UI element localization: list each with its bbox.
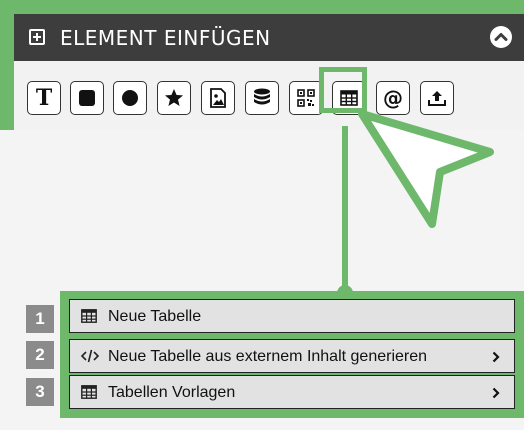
- step-badge-3: 3: [26, 378, 54, 406]
- chevron-right-icon: [492, 387, 500, 399]
- circle-icon: [122, 90, 138, 106]
- panel-title: ELEMENT EINFÜGEN: [60, 26, 271, 50]
- pointer-arrow-icon: [358, 110, 494, 228]
- chevron-right-icon: [492, 351, 500, 363]
- table-icon: [81, 385, 97, 399]
- menu-item-label: Tabellen Vorlagen: [108, 384, 236, 401]
- step-badge-1: 1: [26, 305, 54, 333]
- square-icon: [79, 90, 95, 106]
- database-tool[interactable]: [245, 81, 279, 115]
- image-file-icon: [210, 88, 226, 108]
- text-icon: T: [35, 85, 53, 111]
- code-icon: [81, 349, 99, 363]
- database-icon: [254, 88, 270, 105]
- text-tool[interactable]: T: [27, 81, 61, 115]
- step-badge-2: 2: [26, 341, 54, 369]
- menu-item-table-from-external-content[interactable]: Neue Tabelle aus externem Inhalt generie…: [69, 339, 515, 373]
- menu-item-label: Neue Tabelle aus externem Inhalt generie…: [108, 348, 428, 365]
- menu-item-table-templates[interactable]: Tabellen Vorlagen: [69, 375, 515, 409]
- star-icon: [165, 89, 183, 106]
- plus-square-icon: [29, 29, 45, 45]
- table-icon: [81, 309, 97, 323]
- qr-code-tool[interactable]: [289, 81, 323, 115]
- panel-header[interactable]: ELEMENT EINFÜGEN: [14, 14, 524, 61]
- image-tool[interactable]: [201, 81, 235, 115]
- menu-item-new-table[interactable]: Neue Tabelle: [69, 299, 515, 333]
- circle-tool[interactable]: [113, 81, 147, 115]
- qr-code-icon: [297, 89, 315, 107]
- menu-item-label: Neue Tabelle: [108, 308, 202, 325]
- chevron-up-icon: [494, 33, 508, 41]
- collapse-button[interactable]: [490, 26, 512, 48]
- star-tool[interactable]: [157, 81, 191, 115]
- rectangle-tool[interactable]: [70, 81, 104, 115]
